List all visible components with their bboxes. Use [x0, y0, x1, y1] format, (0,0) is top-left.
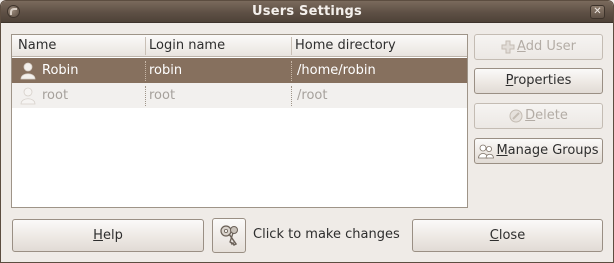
list-header: Name Login name Home directory — [12, 35, 467, 57]
cell-separator — [291, 61, 292, 81]
delete-icon — [509, 109, 523, 122]
users-list[interactable]: Name Login name Home directory Robin rob… — [11, 34, 468, 208]
user-home: /root — [297, 88, 328, 103]
help-button[interactable]: Help — [12, 219, 204, 252]
column-header-name[interactable]: Name — [18, 38, 56, 53]
column-header-login[interactable]: Login name — [149, 38, 225, 53]
column-separator[interactable] — [291, 37, 292, 55]
table-row[interactable]: root root /root — [12, 83, 467, 108]
close-button[interactable]: Close — [412, 219, 603, 252]
column-separator[interactable] — [145, 37, 146, 55]
user-name: Robin — [42, 63, 79, 78]
user-login: robin — [149, 63, 183, 78]
add-user-button[interactable]: Add User — [474, 34, 603, 60]
window-close-icon[interactable]: ✕ — [590, 5, 605, 19]
table-row[interactable]: Robin robin /home/robin — [12, 58, 467, 83]
unlock-button[interactable] — [212, 218, 246, 253]
group-icon — [478, 144, 495, 158]
properties-button[interactable]: Properties — [474, 68, 603, 94]
user-login: root — [149, 88, 176, 103]
users-settings-window: Users Settings ✕ Name Login name Home di… — [0, 0, 614, 263]
cell-separator — [291, 86, 292, 106]
keys-icon — [220, 225, 238, 247]
unlock-label: Click to make changes — [253, 227, 400, 242]
plus-icon — [501, 40, 515, 53]
cell-separator — [145, 61, 146, 81]
user-home: /home/robin — [297, 63, 376, 78]
column-header-home[interactable]: Home directory — [295, 38, 396, 53]
user-icon — [20, 87, 36, 105]
user-name: root — [42, 88, 69, 103]
cell-separator — [145, 86, 146, 106]
window-title: Users Settings — [252, 4, 362, 19]
title-bar[interactable]: Users Settings ✕ — [1, 1, 613, 23]
manage-groups-button[interactable]: Manage Groups — [474, 138, 603, 164]
user-icon — [20, 62, 36, 80]
delete-button[interactable]: Delete — [474, 103, 603, 129]
